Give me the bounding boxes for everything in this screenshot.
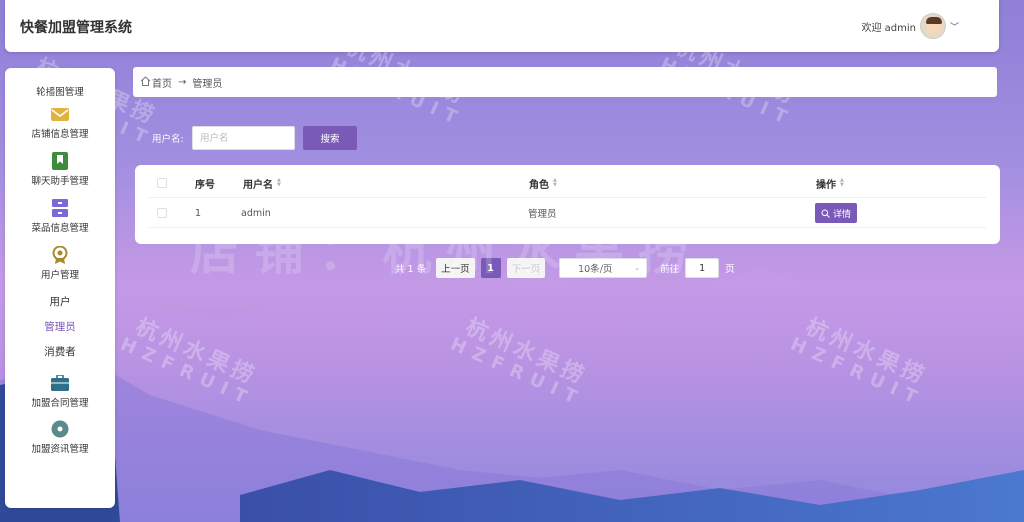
data-table: 序号 用户名 ▲ ▼ 角色 ▲ ▼ 操作 ▲ ▼ 1 admin 管理员 详情 — [135, 165, 1000, 244]
search-input[interactable] — [192, 126, 295, 150]
search-label: 用户名: — [152, 134, 184, 145]
envelope-icon — [51, 105, 69, 123]
cell-index: 1 — [195, 207, 202, 219]
prev-page-button[interactable]: 上一页 — [436, 258, 475, 278]
table-row: 1 admin 管理员 详情 — [149, 198, 986, 228]
row-checkbox[interactable] — [157, 208, 167, 218]
sidebar-item-label: 加盟合同管理 — [31, 398, 89, 409]
sidebar: 轮播图管理 店铺信息管理 聊天助手管理 菜品信息管理 用户管理 用户 管理员 消… — [5, 68, 115, 508]
sidebar-subitem-user[interactable]: 用户 — [5, 294, 115, 309]
sidebar-item-label: 加盟资讯管理 — [31, 444, 89, 455]
sidebar-item-label: 聊天助手管理 — [31, 176, 89, 187]
top-bar: 快餐加盟管理系统 欢迎 admin ﹀ — [5, 0, 999, 52]
sort-icon[interactable]: ▲ ▼ — [277, 178, 281, 188]
breadcrumb-current: 管理员 — [192, 78, 223, 90]
chevron-down-icon: ⌄ — [634, 264, 641, 272]
sidebar-item-label: 轮播图管理 — [36, 87, 84, 98]
detail-button[interactable]: 详情 — [815, 203, 858, 223]
sort-icon[interactable]: ▲ ▼ — [840, 178, 844, 188]
page-number-current[interactable]: 1 — [480, 258, 501, 278]
search-form: 用户名: 搜索 — [152, 126, 357, 150]
server-icon — [51, 199, 69, 217]
badge-icon — [51, 246, 69, 264]
col-actions[interactable]: 操作 ▲ ▼ — [816, 168, 844, 198]
col-role[interactable]: 角色 ▲ ▼ — [529, 168, 557, 198]
circle-icon — [51, 420, 69, 438]
app-title: 快餐加盟管理系统 — [20, 20, 132, 36]
col-index: 序号 — [195, 179, 215, 191]
breadcrumb-home[interactable]: 首页 — [152, 75, 172, 90]
sidebar-item-label: 店铺信息管理 — [31, 129, 89, 140]
page-size-select[interactable]: 10条/页 ⌄ — [559, 258, 648, 278]
sidebar-item-chat-assistant[interactable]: 聊天助手管理 — [5, 152, 115, 187]
goto-label: 前往 — [660, 264, 680, 275]
sidebar-item-label: 菜品信息管理 — [31, 223, 89, 234]
cell-username: admin — [241, 207, 271, 219]
sidebar-item-contract[interactable]: 加盟合同管理 — [5, 374, 115, 409]
sidebar-item-carousel[interactable]: 轮播图管理 — [5, 84, 115, 98]
goto-page-input[interactable] — [685, 258, 720, 278]
cell-role: 管理员 — [528, 209, 557, 220]
sidebar-item-news[interactable]: 加盟资讯管理 — [5, 420, 115, 455]
sidebar-subitem-admin[interactable]: 管理员 — [5, 319, 115, 334]
next-page-button[interactable]: 下一页 — [506, 258, 546, 278]
sidebar-subitem-consumer[interactable]: 消费者 — [5, 344, 115, 359]
welcome-text: 欢迎 admin — [861, 22, 916, 34]
select-all-checkbox[interactable] — [157, 178, 167, 188]
user-menu[interactable]: 欢迎 admin ﹀ — [861, 13, 959, 39]
breadcrumb-arrow: → — [178, 76, 187, 88]
sidebar-item-label: 用户管理 — [40, 270, 79, 281]
search-icon — [821, 209, 830, 218]
search-button[interactable]: 搜索 — [303, 126, 357, 150]
briefcase-icon — [51, 374, 69, 392]
col-username[interactable]: 用户名 ▲ ▼ — [243, 168, 281, 198]
chevron-down-icon[interactable]: ﹀ — [950, 20, 959, 33]
table-header: 序号 用户名 ▲ ▼ 角色 ▲ ▼ 操作 ▲ ▼ — [149, 168, 986, 198]
pagination: 共 1 条 上一页 1 下一页 10条/页 ⌄ 前往 页 — [395, 258, 735, 278]
bookmark-icon — [51, 152, 69, 170]
sidebar-item-dish-info[interactable]: 菜品信息管理 — [5, 199, 115, 234]
avatar[interactable] — [919, 13, 946, 39]
sidebar-item-store-info[interactable]: 店铺信息管理 — [5, 105, 115, 140]
home-icon[interactable] — [140, 75, 151, 89]
sort-icon[interactable]: ▲ ▼ — [553, 178, 557, 188]
page-unit-label: 页 — [725, 264, 735, 275]
sidebar-item-user-management[interactable]: 用户管理 — [5, 246, 115, 281]
total-count: 共 1 条 — [395, 264, 427, 275]
breadcrumb: 首页 → 管理员 — [133, 67, 997, 97]
